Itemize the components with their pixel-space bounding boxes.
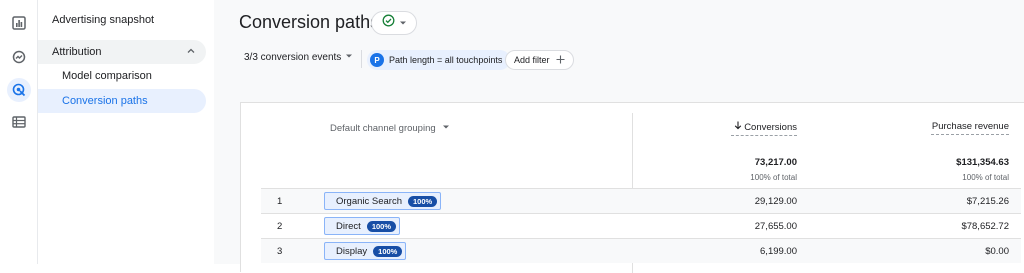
side-nav: Advertising snapshot Attribution Model c… bbox=[38, 0, 214, 264]
chip-letter: P bbox=[370, 53, 384, 67]
total-revenue: $131,354.63 bbox=[956, 157, 1009, 168]
revenue-cell: $0.00 bbox=[985, 246, 1009, 257]
path-chip[interactable]: Display 100% bbox=[324, 242, 407, 260]
chevron-down-icon bbox=[345, 52, 353, 63]
path-chip[interactable]: Direct 100% bbox=[324, 217, 400, 235]
path-pct-badge: 100% bbox=[408, 195, 438, 207]
dimension-header: Default channel grouping bbox=[330, 123, 436, 134]
conversions-cell: 6,199.00 bbox=[760, 246, 797, 257]
chevron-down-icon bbox=[399, 14, 407, 32]
explore-icon[interactable] bbox=[7, 45, 31, 69]
conversions-cell: 29,129.00 bbox=[754, 196, 797, 207]
revenue-cell: $78,652.72 bbox=[961, 221, 1009, 232]
total-conversions-pct: 100% of total bbox=[750, 173, 797, 182]
conversion-paths-table: Default channel grouping Conversions Pur… bbox=[240, 102, 1024, 273]
revenue-cell: $7,215.26 bbox=[966, 196, 1009, 207]
plus-icon bbox=[556, 55, 565, 66]
path-label: Organic Search bbox=[336, 195, 403, 207]
path-length-filter-chip[interactable]: P Path length = all touchpoints bbox=[367, 50, 511, 70]
path-label: Direct bbox=[336, 220, 361, 232]
table-row[interactable]: 1 Organic Search 100% 29,129.00 $7,215.2… bbox=[261, 188, 1021, 213]
add-filter-button[interactable]: Add filter bbox=[505, 50, 574, 70]
table-row[interactable]: 2 Direct 100% 27,655.00 $78,652.72 bbox=[261, 213, 1021, 238]
conversions-cell: 27,655.00 bbox=[754, 221, 797, 232]
chip-label: Path length = all touchpoints bbox=[389, 55, 503, 65]
conversion-events-dropdown[interactable]: 3/3 conversion events bbox=[244, 52, 353, 63]
nav-item-model-comparison[interactable]: Model comparison bbox=[38, 64, 206, 88]
arrow-down-icon bbox=[734, 121, 745, 133]
total-revenue-pct: 100% of total bbox=[962, 173, 1009, 182]
dimension-dropdown[interactable]: Default channel grouping bbox=[330, 123, 450, 134]
status-dropdown[interactable] bbox=[371, 11, 417, 35]
row-number: 1 bbox=[277, 196, 283, 207]
row-number: 3 bbox=[277, 246, 283, 257]
filter-divider bbox=[361, 50, 362, 68]
total-conversions: 73,217.00 bbox=[754, 157, 797, 168]
path-pct-badge: 100% bbox=[366, 220, 396, 232]
conversions-header-label: Conversions bbox=[744, 122, 797, 133]
icon-rail bbox=[0, 0, 38, 264]
reports-icon[interactable] bbox=[7, 11, 31, 35]
page-title: Conversion paths bbox=[239, 12, 380, 32]
main-content: Conversion paths 3/3 conversion events P… bbox=[214, 0, 1024, 273]
nav-section-label: Attribution bbox=[52, 46, 102, 58]
add-filter-label: Add filter bbox=[514, 55, 550, 65]
nav-item-advertising-snapshot[interactable]: Advertising snapshot bbox=[38, 8, 206, 32]
check-circle-icon bbox=[382, 14, 395, 32]
nav-item-conversion-paths[interactable]: Conversion paths bbox=[38, 89, 206, 113]
conversions-column-header[interactable]: Conversions bbox=[731, 121, 797, 136]
revenue-column-header[interactable]: Purchase revenue bbox=[931, 121, 1009, 135]
advertising-icon[interactable] bbox=[7, 78, 31, 102]
nav-section-attribution[interactable]: Attribution bbox=[38, 40, 206, 64]
configure-icon[interactable] bbox=[7, 110, 31, 134]
path-pct-badge: 100% bbox=[373, 245, 403, 257]
chevron-down-icon bbox=[442, 123, 450, 134]
conversion-events-label: 3/3 conversion events bbox=[244, 52, 342, 63]
chevron-up-icon bbox=[186, 46, 196, 59]
path-label: Display bbox=[336, 245, 368, 257]
row-number: 2 bbox=[277, 221, 283, 232]
table-row[interactable]: 3 Display 100% 6,199.00 $0.00 bbox=[261, 238, 1021, 263]
path-chip[interactable]: Organic Search 100% bbox=[324, 192, 442, 210]
